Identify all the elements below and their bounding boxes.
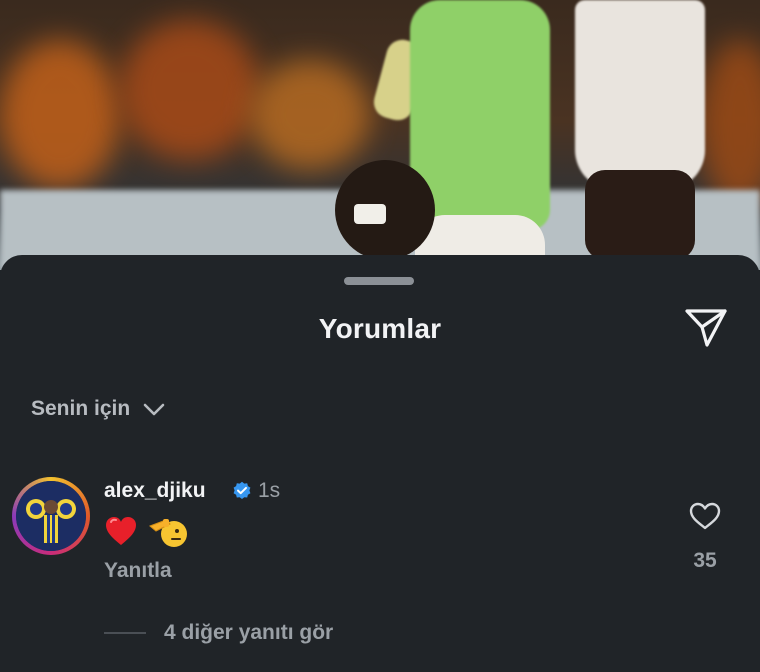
chevron-down-icon <box>143 403 165 416</box>
avatar[interactable] <box>12 477 90 555</box>
saluting-face-emoji-icon <box>149 519 187 547</box>
comment-filter-dropdown[interactable]: Senin için <box>31 397 166 421</box>
comment-text <box>104 511 188 551</box>
avatar-illustration <box>16 481 86 551</box>
more-replies-label: 4 diğer yanıtı gör <box>164 621 334 644</box>
sheet-title: Yorumlar <box>318 313 442 344</box>
crowd-blur <box>0 40 120 190</box>
crowd-blur <box>120 20 260 160</box>
send-icon[interactable] <box>682 306 730 350</box>
verified-badge-icon <box>233 481 251 499</box>
player-legs <box>585 170 695 260</box>
crowd-blur <box>250 60 370 170</box>
reply-button[interactable]: Yanıtla <box>104 559 172 583</box>
filter-label: Senin için <box>31 397 131 420</box>
view-more-replies-button[interactable]: 4 diğer yanıtı gör <box>104 621 333 645</box>
crowd-blur <box>700 40 760 210</box>
drag-handle[interactable] <box>344 277 414 285</box>
comment-username[interactable]: alex_djiku <box>104 479 206 503</box>
comment-time: 1s <box>258 479 281 502</box>
post-background-photo <box>0 0 760 270</box>
heart-emoji-icon <box>106 517 136 545</box>
avatar-image <box>16 481 86 551</box>
comments-sheet: Yorumlar Senin için alex_djiku 1s Yanıtl… <box>0 255 760 672</box>
replies-divider <box>104 632 146 634</box>
player-white-kit <box>575 0 705 190</box>
like-count: 35 <box>693 549 717 572</box>
comment-item: alex_djiku 1s Yanıtla 35 <box>0 475 760 585</box>
heart-outline-icon[interactable] <box>688 501 722 531</box>
wristband <box>354 204 386 224</box>
